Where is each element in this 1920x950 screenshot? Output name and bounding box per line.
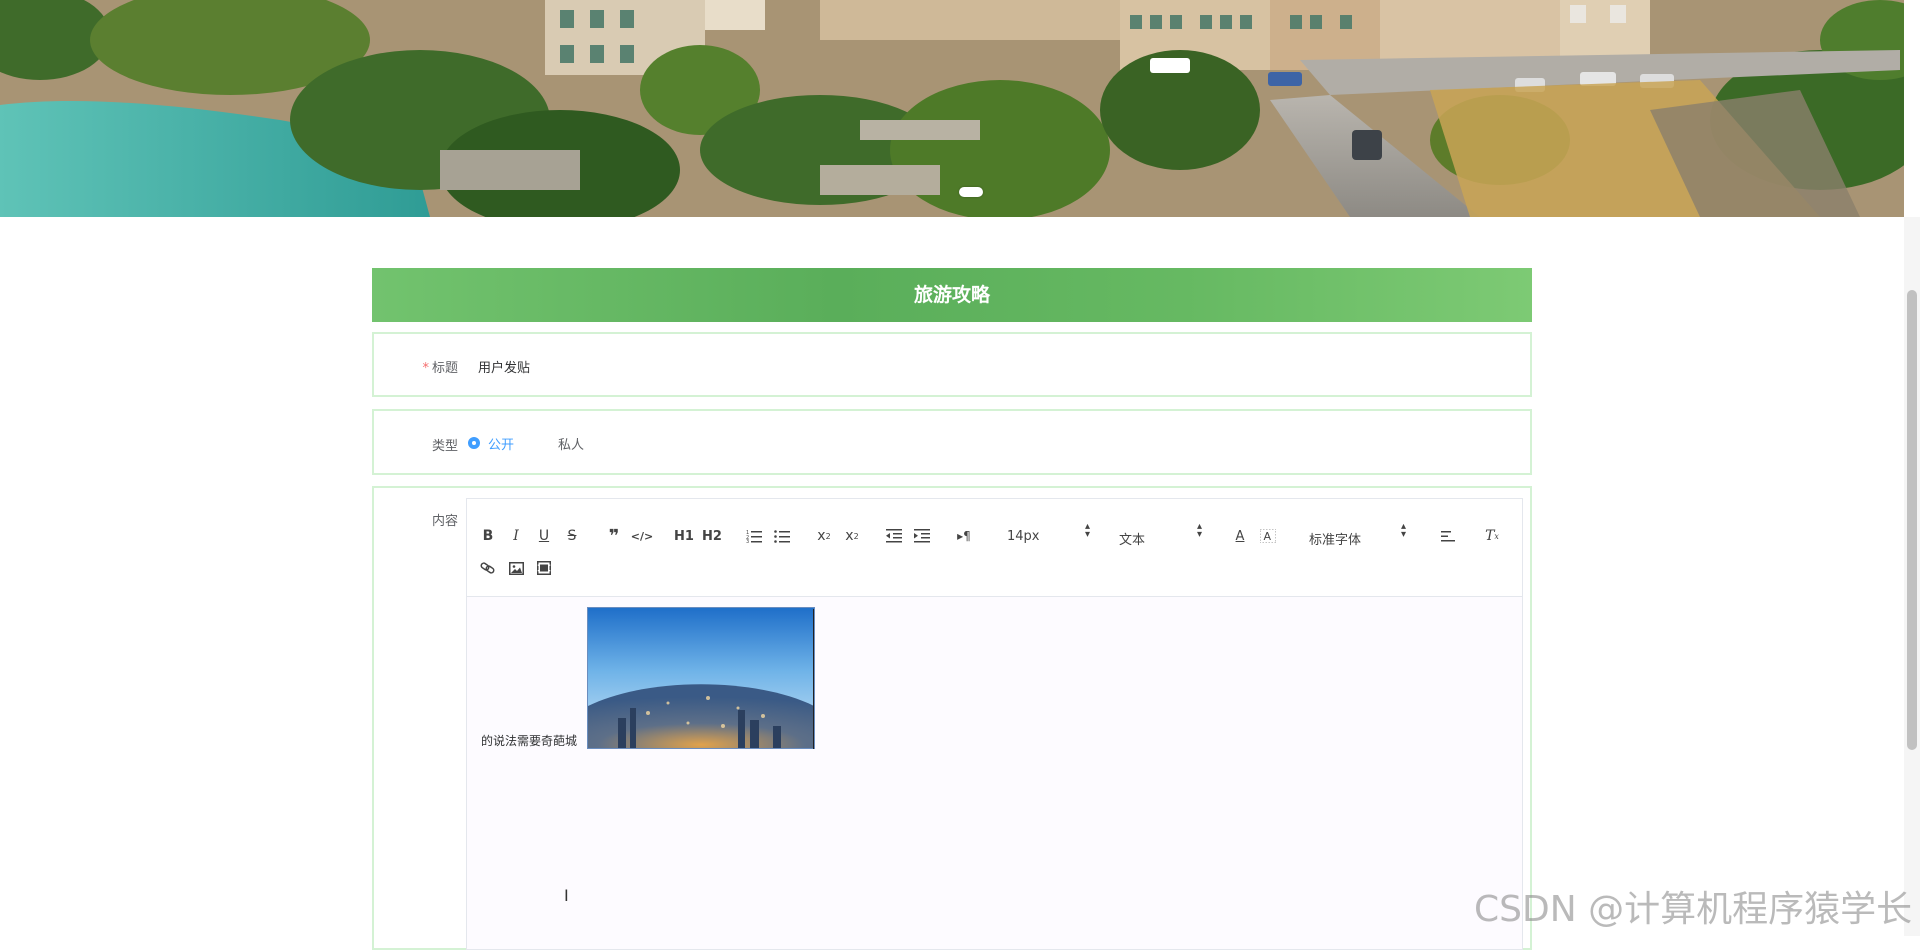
editor-toolbar: B I U S ❞ </> H1 H2 123 x2 x2 ▸¶ 14px ▴ … <box>467 499 1522 597</box>
inserted-city-image[interactable] <box>587 607 815 749</box>
font-picker[interactable]: 标准字体 ▴ ▾ <box>1309 521 1409 549</box>
required-mark: * <box>422 361 429 376</box>
code-icon[interactable]: </> <box>631 525 653 547</box>
radio-private[interactable]: 私人 <box>538 435 585 453</box>
clean-icon[interactable]: Tx <box>1481 525 1503 547</box>
font-picker-chevron-icon: ▴ ▾ <box>1401 521 1407 540</box>
color-icon[interactable]: A <box>1229 525 1251 547</box>
background-icon[interactable]: A <box>1257 525 1279 547</box>
content-row: 内容 B I U S ❞ </> H1 H2 123 x2 x2 ▸¶ 14px… <box>372 486 1532 950</box>
rich-text-editor[interactable]: B I U S ❞ </> H1 H2 123 x2 x2 ▸¶ 14px ▴ … <box>466 498 1523 950</box>
h1-button[interactable]: H1 <box>673 525 695 547</box>
radio-public-dot[interactable] <box>468 437 480 449</box>
title-row: * 标题 用户发贴 <box>372 332 1532 397</box>
subscript-icon[interactable]: x2 <box>813 525 835 547</box>
size-picker[interactable]: 14px ▴ ▾ <box>1007 521 1097 547</box>
svg-text:3: 3 <box>746 539 749 543</box>
header-picker-value: 文本 <box>1119 533 1146 548</box>
link-icon[interactable] <box>477 557 499 579</box>
radio-public-label: 公开 <box>488 437 515 453</box>
scrollbar-thumb[interactable] <box>1907 290 1917 750</box>
video-icon[interactable] <box>533 557 555 579</box>
superscript-icon[interactable]: x2 <box>841 525 863 547</box>
size-picker-chevron-icon: ▴ ▾ <box>1085 521 1091 540</box>
size-picker-value: 14px <box>1007 529 1040 544</box>
outdent-icon[interactable] <box>883 525 905 547</box>
text-caret <box>813 609 814 749</box>
bullet-list-icon[interactable] <box>771 525 793 547</box>
quote-icon[interactable]: ❞ <box>603 525 625 547</box>
ibeam-cursor-icon: I <box>564 886 569 905</box>
underline-icon[interactable]: U <box>533 525 555 547</box>
svg-text:A: A <box>1264 530 1272 543</box>
title-label-text: 标题 <box>431 361 458 376</box>
type-row: 类型 公开 私人 <box>372 409 1532 475</box>
radio-public[interactable]: 公开 <box>468 435 515 453</box>
carousel-indicator[interactable] <box>959 187 983 197</box>
title-input[interactable]: 用户发贴 <box>478 357 530 376</box>
header-picker[interactable]: 文本 ▴ ▾ <box>1119 521 1209 549</box>
italic-icon[interactable]: I <box>505 525 527 547</box>
ordered-list-icon[interactable]: 123 <box>743 525 765 547</box>
watermark: CSDN @计算机程序猿学长 <box>1474 889 1913 930</box>
bold-icon[interactable]: B <box>477 525 499 547</box>
city-fisheye-photo <box>588 608 814 748</box>
form-header: 旅游攻略 <box>372 268 1532 322</box>
image-icon[interactable] <box>505 557 527 579</box>
editor-body-text: 的说法需要奇葩城 <box>481 734 578 748</box>
header-picker-chevron-icon: ▴ ▾ <box>1197 521 1203 540</box>
editor-content-area[interactable]: 的说法需要奇葩城 <box>467 597 1522 949</box>
font-picker-value: 标准字体 <box>1309 533 1362 548</box>
type-label: 类型 <box>431 439 458 454</box>
direction-icon[interactable]: ▸¶ <box>953 525 975 547</box>
hero-banner <box>0 0 1904 217</box>
align-icon[interactable] <box>1437 525 1459 547</box>
radio-private-label: 私人 <box>558 437 585 453</box>
h2-button[interactable]: H2 <box>701 525 723 547</box>
title-label: * 标题 <box>374 357 458 376</box>
banner-photo <box>0 0 1904 217</box>
content-label: 内容 <box>431 514 458 529</box>
indent-icon[interactable] <box>911 525 933 547</box>
strike-icon[interactable]: S <box>561 525 583 547</box>
